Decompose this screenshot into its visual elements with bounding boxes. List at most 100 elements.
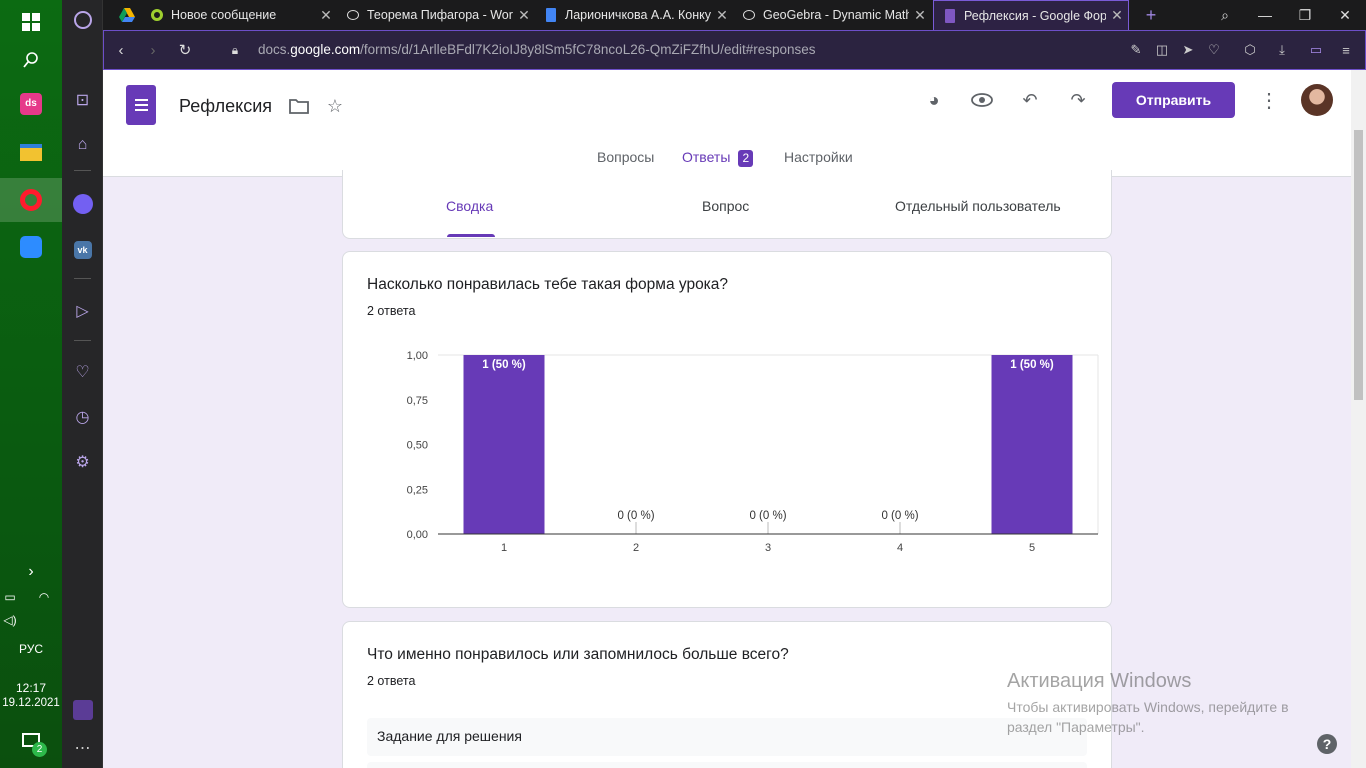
gamepad-icon[interactable]: ⊡	[62, 82, 103, 118]
speedbolt-icon	[149, 7, 165, 23]
geogebra-icon	[741, 7, 757, 23]
x-tick-label: 2	[633, 542, 639, 554]
form-title[interactable]: Рефлексия	[179, 96, 272, 117]
opera-menu-icon[interactable]	[62, 2, 103, 38]
send-icon[interactable]: ➤	[1176, 31, 1200, 69]
x-tick-label: 3	[765, 542, 771, 554]
chart-bar	[463, 355, 545, 534]
y-tick-label: 0,00	[407, 529, 428, 541]
vk-icon[interactable]: vk	[62, 232, 103, 268]
page-scrollbar[interactable]	[1351, 70, 1366, 768]
tab-settings[interactable]: Настройки	[784, 149, 853, 165]
data-label: 0 (0 %)	[617, 510, 654, 522]
address-bar: ‹ › ↻ 🔒︎ docs.google.com/forms/d/1ArlleB…	[103, 30, 1366, 70]
tab-responses[interactable]: Ответы 2	[682, 149, 754, 167]
close-icon[interactable]: ✕	[315, 7, 337, 24]
edit-icon[interactable]: ✎	[1124, 31, 1148, 69]
language-indicator[interactable]: РУС	[0, 642, 62, 656]
star-icon[interactable]: ☆	[321, 92, 349, 120]
opera-taskbar-icon[interactable]	[0, 178, 62, 222]
tab-questions[interactable]: Вопросы	[597, 149, 654, 165]
forms-logo-icon[interactable]	[126, 85, 156, 125]
close-icon[interactable]: ✕	[1106, 7, 1128, 24]
subtab-individual[interactable]: Отдельный пользователь	[895, 198, 1061, 214]
answer-row: Задание для решения	[367, 718, 1087, 756]
window-close-icon[interactable]: ✕	[1325, 0, 1365, 30]
forward-icon[interactable]: ›	[138, 31, 168, 69]
more-vert-icon[interactable]: ⋮	[1255, 86, 1283, 114]
close-icon[interactable]: ✕	[711, 7, 733, 24]
avatar[interactable]	[1301, 84, 1333, 116]
data-label: 1 (50 %)	[1010, 359, 1054, 371]
volume-icon[interactable]: ◁)	[0, 598, 30, 642]
response-count: 2 ответа	[367, 304, 416, 318]
workspace-icon[interactable]: ⌂	[62, 127, 103, 163]
browser-tabbar: Новое сообщение ✕ Теорема Пифагора - Wor…	[103, 0, 1366, 30]
redo-icon[interactable]: ↷	[1064, 86, 1092, 114]
tab-new-message[interactable]: Новое сообщение ✕	[141, 0, 337, 30]
subtab-summary[interactable]: Сводка	[446, 198, 493, 214]
reload-icon[interactable]: ↻	[170, 31, 200, 69]
messenger-icon[interactable]	[62, 186, 103, 222]
tab-reflection[interactable]: Рефлексия - Google Форм ✕	[933, 0, 1129, 30]
x-tick-label: 1	[501, 542, 507, 554]
chart-bar	[991, 355, 1073, 534]
new-tab-icon[interactable]: +	[1131, 0, 1171, 30]
subtab-question[interactable]: Вопрос	[702, 198, 749, 214]
close-icon[interactable]: ✕	[909, 7, 931, 24]
opera-sidebar: ⊡ ⌂ vk ▷ ♡ ◷ ⚙ ⋯	[62, 0, 103, 768]
player-icon[interactable]: ▷	[62, 293, 103, 329]
extension-icon[interactable]	[62, 692, 103, 728]
file-explorer-icon[interactable]	[0, 130, 62, 174]
scrollbar-thumb[interactable]	[1354, 130, 1363, 400]
easy-setup-icon[interactable]: ≡	[1334, 31, 1358, 69]
windows-taskbar: ds › ▭ ◠ ◁) РУС 12:17 19.12.2021 2	[0, 0, 62, 768]
minimize-icon[interactable]: —	[1245, 0, 1285, 30]
url-field[interactable]: docs.google.com/forms/d/1ArlleBFdl7K2ioI…	[258, 42, 816, 57]
cube-icon[interactable]: ⬡	[1238, 31, 1262, 69]
tab-geogebra[interactable]: GeoGebra - Dynamic Mathe ✕	[733, 0, 931, 30]
wifi-icon[interactable]: ◠	[24, 575, 64, 619]
clock-date[interactable]: 19.12.2021	[0, 697, 62, 709]
forms-page: Рефлексия ☆ ◕ ↶ ↷ Отправить ⋮ Вопросы От…	[103, 70, 1351, 768]
tab-larionchikova[interactable]: Ларионичкова А.А. Конку ✕	[535, 0, 733, 30]
preview-eye-icon[interactable]	[968, 86, 996, 114]
google-drive-tab-icon[interactable]	[113, 0, 141, 30]
bar-chart: 0,00 0,25 0,50 0,75 1,00 1 (50 %) 1 0 (0 %) 2 0 (…	[407, 350, 1099, 554]
zoom-icon[interactable]	[0, 225, 62, 269]
back-icon[interactable]: ‹	[106, 31, 136, 69]
y-tick-label: 1,00	[407, 350, 428, 362]
tab-pythagoras[interactable]: Теорема Пифагора - Work ✕	[337, 0, 535, 30]
lock-icon[interactable]: 🔒︎	[220, 31, 250, 69]
help-icon[interactable]: ?	[1317, 734, 1337, 754]
forms-icon	[942, 8, 958, 24]
undo-icon[interactable]: ↶	[1016, 86, 1044, 114]
history-icon[interactable]: ◷	[62, 399, 103, 435]
snapshot-icon[interactable]: ◫	[1150, 31, 1174, 69]
clock-time[interactable]: 12:17	[0, 681, 62, 695]
send-button[interactable]: Отправить	[1112, 82, 1235, 118]
settings-icon[interactable]: ⚙	[62, 444, 103, 480]
search-icon[interactable]	[0, 38, 62, 82]
notifications-icon[interactable]: 2	[0, 718, 62, 762]
response-count: 2 ответа	[367, 674, 416, 688]
battery-saver-icon[interactable]: ▭	[1304, 31, 1328, 69]
restore-icon[interactable]: ❐	[1285, 0, 1325, 30]
bookmark-heart-icon[interactable]: ♡	[1202, 31, 1226, 69]
data-label: 1 (50 %)	[482, 359, 526, 371]
data-label: 0 (0 %)	[749, 510, 786, 522]
geogebra-icon	[345, 7, 361, 23]
palette-icon[interactable]: ◕	[920, 86, 948, 114]
folder-icon[interactable]	[285, 92, 313, 120]
question-title: Насколько понравилась тебе такая форма у…	[367, 276, 729, 293]
windows-activation-watermark: Активация Windows Чтобы активировать Win…	[1007, 670, 1289, 735]
more-icon[interactable]: ⋯	[62, 730, 103, 766]
docs-icon	[543, 7, 559, 23]
ds-app-icon[interactable]: ds	[0, 82, 62, 126]
close-icon[interactable]: ✕	[513, 7, 535, 24]
notifications-count: 2	[32, 742, 47, 757]
active-subtab-indicator	[447, 234, 495, 237]
heart-icon[interactable]: ♡	[62, 354, 103, 390]
tab-search-icon[interactable]: ⌕	[1205, 0, 1245, 30]
download-icon[interactable]: ⤓	[1270, 31, 1294, 69]
